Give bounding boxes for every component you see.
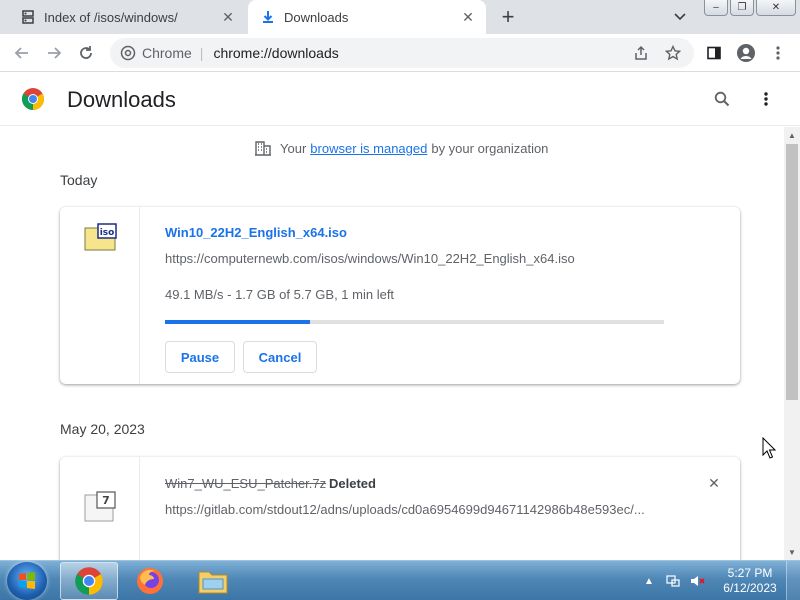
download-icon: [260, 9, 276, 25]
search-icon[interactable]: [710, 87, 734, 111]
page-scrollbar[interactable]: ▲ ▼: [784, 127, 800, 560]
iso-file-icon: iso: [84, 223, 118, 258]
forward-arrow-icon[interactable]: [42, 41, 66, 65]
volume-muted-icon[interactable]: [688, 572, 706, 590]
pause-button[interactable]: Pause: [165, 341, 235, 373]
iso-file-icon-label: iso: [100, 228, 115, 238]
chrome-icon: [75, 567, 103, 595]
server-icon: [20, 9, 36, 25]
windows-taskbar: ▲ 5:27 PM 6/12/2023: [0, 560, 800, 600]
window-controls: – ❐ ✕: [704, 0, 796, 16]
firefox-icon: [137, 568, 163, 594]
managed-suffix: by your organization: [431, 140, 549, 156]
new-tab-button[interactable]: +: [496, 4, 520, 29]
building-icon: [254, 139, 272, 157]
close-icon[interactable]: ✕: [458, 7, 478, 27]
cancel-button[interactable]: Cancel: [243, 341, 317, 373]
file-icon-column: iso: [60, 207, 140, 384]
bookmark-star-icon[interactable]: [662, 42, 684, 64]
more-actions-icon[interactable]: [754, 87, 778, 111]
show-hidden-icons-icon[interactable]: ▲: [640, 572, 658, 590]
download-status-text: 49.1 MB/s - 1.7 GB of 5.7 GB, 1 min left: [165, 287, 395, 302]
taskbar-clock[interactable]: 5:27 PM 6/12/2023: [718, 566, 782, 596]
omnibox-url[interactable]: chrome://downloads: [213, 45, 630, 61]
download-progress-fill: [165, 320, 310, 324]
reload-icon[interactable]: [74, 41, 98, 65]
close-icon[interactable]: ✕: [218, 7, 238, 27]
chrome-page-icon: [120, 45, 136, 61]
minimize-button[interactable]: –: [704, 0, 728, 16]
side-panel-icon[interactable]: [702, 41, 726, 65]
browser-toolbar: Chrome | chrome://downloads: [0, 34, 800, 72]
clock-date: 6/12/2023: [723, 581, 777, 595]
download-item-active: iso Win10_22H2_English_x64.iso https://c…: [60, 207, 740, 384]
date-header-today: Today: [60, 172, 98, 188]
download-source-url[interactable]: https://computernewb.com/isos/windows/Wi…: [165, 251, 575, 266]
chrome-logo-icon: [21, 87, 45, 111]
file-icon-column: 7: [60, 457, 140, 560]
taskbar-chrome[interactable]: [60, 562, 118, 600]
omnibox-separator: |: [199, 45, 204, 61]
managed-prefix: Your: [280, 140, 307, 156]
download-progress-bar: [165, 320, 664, 324]
address-bar[interactable]: Chrome | chrome://downloads: [110, 38, 694, 68]
tab-title: Downloads: [284, 9, 349, 25]
page-title: Downloads: [67, 87, 176, 112]
clock-time: 5:27 PM: [727, 566, 773, 580]
system-tray: ▲: [640, 561, 712, 600]
show-desktop-button[interactable]: [786, 561, 800, 600]
tab-title: Index of /isos/windows/: [44, 9, 178, 25]
scroll-down-arrow-icon[interactable]: ▼: [784, 544, 800, 560]
remove-from-list-icon[interactable]: ✕: [706, 475, 722, 491]
download-filename-deleted: Win7_WU_ESU_Patcher.7z: [165, 476, 327, 491]
mouse-cursor-icon: [762, 436, 777, 459]
scroll-up-arrow-icon[interactable]: ▲: [784, 127, 800, 143]
browser-menu-icon[interactable]: [766, 41, 790, 65]
tab-index-isos[interactable]: Index of /isos/windows/ ✕: [8, 0, 246, 34]
download-source-url[interactable]: https://gitlab.com/stdout12/adns/uploads…: [165, 502, 665, 517]
share-icon[interactable]: [630, 42, 652, 64]
folder-icon: [198, 571, 228, 594]
back-arrow-icon[interactable]: [10, 41, 34, 65]
taskbar-file-explorer[interactable]: [184, 562, 242, 600]
7z-file-icon: 7: [84, 491, 118, 528]
taskbar-firefox[interactable]: [121, 562, 179, 600]
downloads-header: Downloads: [0, 72, 800, 126]
managed-notice: Your browser is managed by your organiza…: [254, 139, 548, 157]
7z-file-icon-label: 7: [102, 494, 110, 507]
restore-button[interactable]: ❐: [730, 0, 754, 16]
tab-strip: Index of /isos/windows/ ✕ Downloads ✕ + …: [0, 0, 800, 34]
scrollbar-thumb[interactable]: [786, 144, 798, 400]
date-header-may-20: May 20, 2023: [60, 421, 145, 437]
download-item-deleted: 7 Win7_WU_ESU_Patcher.7z Deleted ✕ https…: [60, 457, 740, 560]
network-icon[interactable]: [664, 572, 682, 590]
window-close-button[interactable]: ✕: [756, 0, 796, 16]
start-button[interactable]: [7, 562, 47, 600]
browser-managed-link[interactable]: browser is managed: [310, 141, 427, 156]
deleted-status-label: Deleted: [329, 476, 376, 491]
downloads-list: Your browser is managed by your organiza…: [0, 127, 784, 560]
omnibox-chip: Chrome: [142, 45, 192, 61]
download-filename-link[interactable]: Win10_22H2_English_x64.iso: [165, 225, 347, 240]
chevron-down-icon[interactable]: [668, 6, 692, 28]
tab-downloads[interactable]: Downloads ✕: [248, 0, 486, 34]
profile-avatar[interactable]: [734, 41, 758, 65]
